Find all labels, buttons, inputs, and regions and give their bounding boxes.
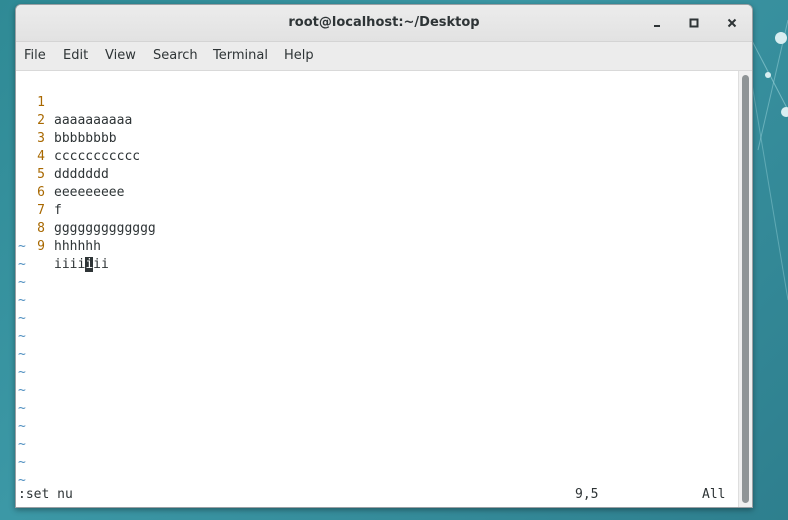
editor-line: 6 f bbox=[16, 166, 63, 218]
editor-line: 9 iiiiiii bbox=[16, 220, 109, 272]
scrollbar-thumb[interactable] bbox=[742, 75, 749, 503]
window-title: root@localhost:~/Desktop bbox=[288, 15, 480, 30]
line-text: aaaaaaaaaa bbox=[54, 113, 133, 128]
terminal-window: root@localhost:~/Desktop File Edit View … bbox=[15, 4, 753, 508]
editor-line: 3 ccccccccccc bbox=[16, 112, 140, 164]
empty-line-tilde: ~ bbox=[18, 293, 26, 308]
line-text: iiiiiii bbox=[54, 256, 109, 274]
menu-help[interactable]: Help bbox=[284, 42, 314, 70]
editor-line: 7 ggggggggggggg bbox=[16, 184, 156, 236]
empty-line-tilde: ~ bbox=[18, 437, 26, 452]
empty-line-tilde: ~ bbox=[18, 401, 26, 416]
menu-search[interactable]: Search bbox=[153, 42, 198, 70]
line-text: ggggggggggggg bbox=[54, 221, 156, 236]
line-text: ccccccccccc bbox=[54, 149, 141, 164]
line-text-before-cursor: iiii bbox=[54, 257, 86, 272]
maximize-button[interactable] bbox=[684, 13, 704, 33]
empty-line-tilde: ~ bbox=[18, 455, 26, 470]
menu-edit[interactable]: Edit bbox=[63, 42, 88, 70]
minimize-button[interactable] bbox=[647, 13, 667, 33]
maximize-icon bbox=[689, 18, 699, 28]
empty-line-tilde: ~ bbox=[18, 257, 26, 272]
menu-terminal[interactable]: Terminal bbox=[213, 42, 268, 70]
line-text-after-cursor: ii bbox=[93, 257, 109, 272]
title-bar[interactable]: root@localhost:~/Desktop bbox=[16, 5, 752, 42]
command-line: :set nu bbox=[18, 487, 73, 502]
editor-line: 5 eeeeeeeee bbox=[16, 148, 124, 200]
editor-line: 8 hhhhhh bbox=[16, 202, 101, 254]
menu-bar: File Edit View Search Terminal Help bbox=[16, 42, 752, 71]
scroll-indicator: All bbox=[702, 487, 726, 502]
minimize-icon bbox=[654, 25, 660, 27]
editor-line: 1 aaaaaaaaaa bbox=[16, 76, 132, 128]
empty-line-tilde: ~ bbox=[18, 311, 26, 326]
scrollbar[interactable] bbox=[738, 71, 752, 507]
editor-line: 4 ddddddd bbox=[16, 130, 109, 182]
menu-file[interactable]: File bbox=[24, 42, 46, 70]
text-cursor: i bbox=[85, 257, 94, 272]
empty-line-tilde: ~ bbox=[18, 239, 26, 254]
empty-line-tilde: ~ bbox=[18, 365, 26, 380]
line-text: bbbbbbbb bbox=[54, 131, 117, 146]
editor-line: 2 bbbbbbbb bbox=[16, 94, 116, 146]
terminal-content[interactable]: 1 aaaaaaaaaa 2 bbbbbbbb 3 ccccccccccc 4 … bbox=[16, 71, 738, 507]
cursor-position: 9,5 bbox=[575, 487, 599, 502]
empty-line-tilde: ~ bbox=[18, 329, 26, 344]
empty-line-tilde: ~ bbox=[18, 275, 26, 290]
menu-view[interactable]: View bbox=[105, 42, 136, 70]
empty-line-tilde: ~ bbox=[18, 419, 26, 434]
close-icon bbox=[727, 18, 737, 28]
line-text: eeeeeeeee bbox=[54, 185, 125, 200]
empty-line-tilde: ~ bbox=[18, 347, 26, 362]
empty-line-tilde: ~ bbox=[18, 383, 26, 398]
close-button[interactable] bbox=[722, 13, 742, 33]
